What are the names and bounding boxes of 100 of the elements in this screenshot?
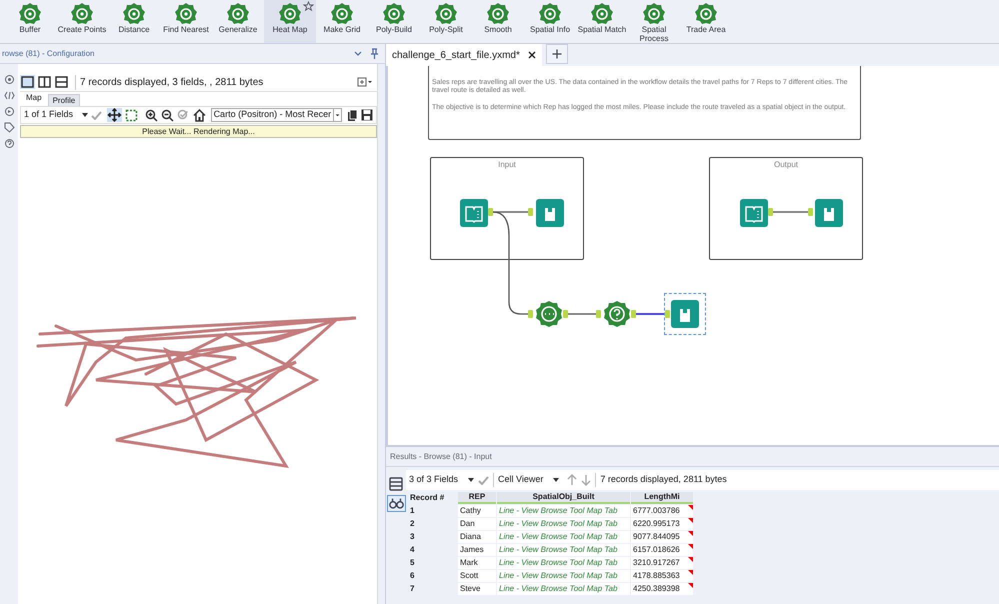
split-vertical-icon[interactable] (37, 75, 52, 89)
tool-button[interactable]: Make Grid (316, 0, 368, 43)
tool-button[interactable]: Spatial Process (628, 0, 680, 43)
close-icon[interactable] (528, 51, 536, 59)
table-cell: Line - View Browse Tool Map Tab (497, 583, 630, 595)
table-cell: Line - View Browse Tool Map Tab (497, 531, 630, 543)
tool-button[interactable]: Smooth (472, 0, 524, 43)
tool-label: Trade Area (686, 25, 726, 34)
tool-button[interactable]: Spatial Match (576, 0, 628, 43)
chevron-down-icon[interactable] (354, 50, 362, 56)
tool-badge-icon (487, 3, 509, 25)
tool-badge-icon (643, 3, 665, 25)
table-cell: Line - View Browse Tool Map Tab (497, 570, 630, 582)
tool-label: Poly-Build (376, 25, 412, 34)
tool-button[interactable]: Poly-Build (368, 0, 420, 43)
help-icon[interactable] (4, 138, 14, 149)
tool-button[interactable]: Buffer (4, 0, 56, 43)
single-view-icon[interactable] (20, 75, 35, 89)
map-tab[interactable]: Profile (48, 94, 80, 106)
tool-button[interactable]: Spatial Info (524, 0, 576, 43)
table-cell: Steve (458, 583, 496, 595)
connector-line (568, 313, 596, 315)
connector-line (773, 211, 808, 213)
connector-line (636, 313, 665, 315)
tool-label: Distance (118, 25, 150, 34)
comment-box[interactable] (428, 66, 861, 140)
table-cell: James (458, 544, 496, 556)
table-cell: Dan (458, 518, 496, 530)
checkmark-icon[interactable] (478, 476, 490, 484)
tool-badge-icon (539, 3, 561, 25)
star-icon[interactable] (303, 1, 314, 12)
tool-button[interactable]: Generalize (212, 0, 264, 43)
column-header[interactable]: LengthMi (631, 492, 693, 504)
rendering-message: Please Wait... Rendering Map... (20, 125, 377, 138)
tool-badge-icon (71, 3, 93, 25)
tool-badge-icon (435, 3, 457, 25)
code-icon[interactable] (4, 90, 14, 101)
gear-badge-icon[interactable] (535, 300, 563, 328)
add-tab-icon[interactable] (546, 44, 568, 64)
tool-label: Generalize (218, 25, 258, 34)
container-title: Output (774, 159, 798, 169)
table-icon[interactable] (389, 477, 403, 491)
tool-button[interactable]: Distance (108, 0, 160, 43)
table-cell: Line - View Browse Tool Map Tab (497, 505, 630, 517)
tool-badge-icon (227, 3, 249, 25)
panel-title: rowse (81) - Configuration (2, 48, 94, 60)
records-status: 7 records displayed, 2811 bytes (595, 473, 727, 487)
table-cell: Line - View Browse Tool Map Tab (497, 557, 630, 569)
tool-container[interactable]: Input (430, 157, 584, 260)
book-icon[interactable] (740, 199, 768, 227)
tool-label: Poly-Split (429, 25, 463, 34)
table-cell: Scott (458, 570, 496, 582)
tool-label: Make Grid (324, 25, 360, 34)
table-cell: 6777.003786 (631, 505, 693, 517)
question-badge-icon[interactable] (603, 300, 631, 328)
tool-label: Spatial Process (638, 25, 670, 43)
pin-icon[interactable] (370, 48, 379, 60)
records-status: 7 records displayed, 3 fields, , 2811 bytes (75, 74, 264, 90)
tool-badge-icon (279, 3, 301, 25)
column-header[interactable]: SpatialObj_Built (497, 492, 630, 504)
tool-container[interactable]: Output (709, 157, 863, 260)
tool-button[interactable]: Heat Map (264, 0, 316, 43)
panel-title: Results - Browse (81) - Input (390, 450, 492, 462)
tool-label: Spatial Info (530, 25, 570, 34)
tool-label: Create Points (58, 25, 106, 34)
table-cell: Diana (458, 531, 496, 543)
tool-label: Heat Map (272, 25, 308, 34)
tool-badge-icon (695, 3, 717, 25)
fields-dropdown[interactable]: 3 of 3 Fields (409, 473, 464, 487)
tool-badge-icon (19, 3, 41, 25)
caret-icon[interactable] (553, 478, 560, 482)
tool-label: Find Nearest (163, 25, 209, 34)
tool-button[interactable]: Trade Area (680, 0, 732, 43)
container-title: Input (498, 159, 516, 169)
book-icon[interactable] (460, 199, 488, 227)
table-cell: Cathy (458, 505, 496, 517)
table-cell: 3210.917267 (631, 557, 693, 569)
tool-label: Buffer (19, 25, 41, 34)
selection-outline[interactable] (664, 293, 706, 335)
tool-label: Smooth (484, 25, 512, 34)
column-header[interactable]: REP (458, 492, 496, 504)
gear-icon[interactable] (4, 74, 14, 85)
tool-badge-icon (591, 3, 613, 25)
tag-icon[interactable] (4, 122, 14, 133)
document-tab[interactable]: challenge_6_start_file.yxmd* (386, 44, 542, 66)
tool-button[interactable]: Poly-Split (420, 0, 472, 43)
scrollbar[interactable] (377, 64, 385, 604)
tool-label: Spatial Match (578, 25, 626, 34)
caret-icon[interactable] (468, 478, 474, 482)
table-cell: Mark (458, 557, 496, 569)
table-cell: 4250.389398 (631, 583, 693, 595)
add-dropdown-icon[interactable] (357, 77, 373, 87)
table-cell: 9077.844095 (631, 531, 693, 543)
cell-viewer-dropdown[interactable]: Cell Viewer (493, 473, 550, 487)
tool-button[interactable]: Create Points (56, 0, 108, 43)
tool-badge-icon (175, 3, 197, 25)
split-horizontal-icon[interactable] (54, 75, 69, 89)
tool-button[interactable]: Find Nearest (160, 0, 212, 43)
tool-badge-icon (123, 3, 145, 25)
table-cell: 6220.995173 (631, 518, 693, 530)
